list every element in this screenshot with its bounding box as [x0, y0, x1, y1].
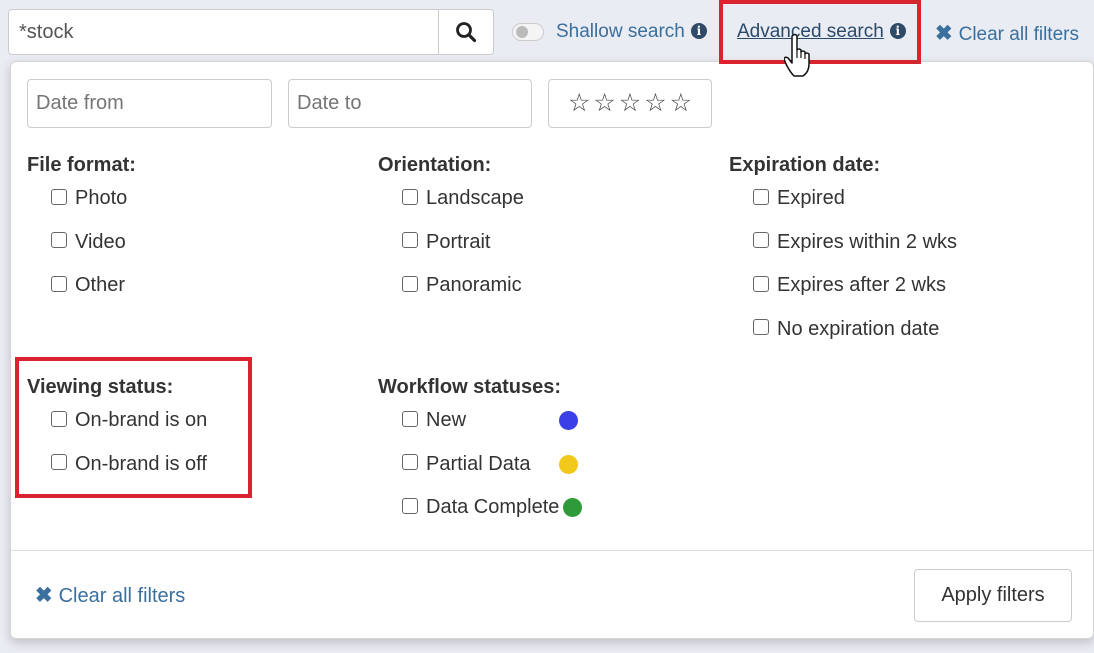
option-label: Portrait	[426, 230, 491, 253]
search-icon	[456, 22, 477, 43]
expiration-option[interactable]: No expiration date	[729, 308, 957, 352]
checkbox[interactable]	[402, 188, 418, 205]
option-label: Landscape	[426, 187, 524, 210]
search-input[interactable]	[9, 10, 438, 54]
advanced-search-panel: ☆ ☆ ☆ ☆ ☆ File format: Photo Video Other…	[10, 61, 1094, 639]
clear-all-filters-top[interactable]: ✖ Clear all filters	[935, 21, 1079, 46]
orientation-group: Orientation: Landscape Portrait Panorami…	[378, 154, 524, 308]
file-format-title: File format:	[27, 154, 136, 176]
clear-all-filters-label: Clear all filters	[958, 24, 1079, 45]
checkbox[interactable]	[753, 188, 769, 205]
status-color-dot	[559, 454, 578, 474]
option-label: On-brand is on	[75, 409, 208, 432]
shallow-search-label: Shallow search	[556, 21, 685, 42]
date-from-input[interactable]	[27, 79, 272, 128]
checkbox[interactable]	[402, 410, 418, 427]
clear-all-filters-bottom[interactable]: ✖ Clear all filters	[35, 583, 185, 608]
apply-filters-button[interactable]: Apply filters	[914, 569, 1072, 622]
option-label: Other	[75, 274, 126, 297]
option-label: Expires after 2 wks	[777, 274, 946, 297]
checkbox[interactable]	[51, 188, 67, 205]
option-label: Expires within 2 wks	[777, 230, 958, 253]
rating-filter: ☆ ☆ ☆ ☆ ☆	[548, 79, 712, 128]
file-format-option[interactable]: Other	[27, 264, 136, 308]
file-format-group: File format: Photo Video Other	[27, 154, 136, 308]
close-icon: ✖	[935, 22, 953, 45]
workflow-option[interactable]: New	[378, 399, 582, 443]
shallow-search-link[interactable]: Shallow search i	[556, 21, 707, 43]
info-icon[interactable]: i	[889, 23, 906, 39]
option-label: Panoramic	[426, 274, 522, 297]
status-color-dot	[563, 498, 583, 518]
option-label: Video	[75, 230, 126, 253]
file-format-option[interactable]: Photo	[27, 177, 136, 221]
viewing-status-group: Viewing status: On-brand is on On-brand …	[27, 376, 207, 486]
shallow-search-toggle[interactable]	[512, 23, 544, 41]
checkbox[interactable]	[402, 232, 418, 249]
star-icon[interactable]: ☆	[670, 91, 692, 116]
toggle-knob	[516, 26, 528, 38]
option-label: Partial Data	[426, 452, 531, 475]
orientation-option[interactable]: Landscape	[378, 177, 524, 221]
file-format-option[interactable]: Video	[27, 221, 136, 265]
star-icon[interactable]: ☆	[568, 91, 590, 116]
workflow-option[interactable]: Data Complete	[378, 486, 583, 530]
viewing-status-option[interactable]: On-brand is off	[27, 443, 207, 487]
checkbox[interactable]	[51, 275, 67, 292]
top-toolbar: Shallow search i Advanced search i ✖Clear …	[0, 0, 1094, 62]
expiration-option[interactable]: Expires within 2 wks	[729, 221, 957, 265]
expiration-option[interactable]: Expires after 2 wks	[729, 264, 957, 308]
checkbox[interactable]	[402, 497, 418, 514]
option-label: Photo	[75, 187, 128, 210]
search-button[interactable]	[438, 10, 493, 54]
viewing-status-option[interactable]: On-brand is on	[27, 399, 207, 443]
expiration-date-title: Expiration date:	[729, 154, 881, 176]
orientation-option[interactable]: Panoramic	[378, 264, 524, 308]
option-label: New	[426, 409, 467, 432]
option-label: On-brand is off	[75, 452, 207, 475]
workflow-option[interactable]: Partial Data	[378, 443, 582, 487]
expiration-date-group: Expiration date: Expired Expires within …	[729, 154, 957, 351]
expiration-option[interactable]: Expired	[729, 177, 957, 221]
checkbox[interactable]	[753, 275, 769, 292]
checkbox[interactable]	[402, 275, 418, 292]
checkbox[interactable]	[51, 454, 67, 471]
star-icon[interactable]: ☆	[619, 91, 641, 116]
panel-divider	[11, 550, 1093, 551]
star-icon[interactable]: ☆	[593, 91, 615, 116]
option-label: No expiration date	[777, 317, 940, 340]
option-label: Expired	[777, 187, 845, 210]
advanced-search-label: Advanced search	[737, 21, 884, 42]
star-icon[interactable]: ☆	[644, 91, 666, 116]
orientation-title: Orientation:	[378, 154, 492, 176]
info-icon[interactable]: i	[690, 23, 707, 39]
checkbox[interactable]	[402, 454, 418, 471]
search-group	[8, 9, 494, 55]
workflow-statuses-title: Workflow statuses:	[378, 376, 561, 398]
advanced-search-link[interactable]: Advanced search i	[737, 21, 906, 43]
date-to-input[interactable]	[288, 79, 532, 128]
close-icon: ✖	[35, 584, 53, 607]
option-label: Data Complete	[426, 496, 560, 519]
checkbox[interactable]	[753, 319, 769, 336]
workflow-statuses-group: Workflow statuses: New Partial Data Data…	[378, 376, 583, 530]
checkbox[interactable]	[753, 232, 769, 249]
checkbox[interactable]	[51, 410, 67, 427]
clear-all-filters-label: Clear all filters	[58, 585, 186, 607]
orientation-option[interactable]: Portrait	[378, 221, 524, 265]
checkbox[interactable]	[51, 232, 67, 249]
viewing-status-title: Viewing status:	[27, 376, 174, 398]
status-color-dot	[559, 411, 578, 431]
